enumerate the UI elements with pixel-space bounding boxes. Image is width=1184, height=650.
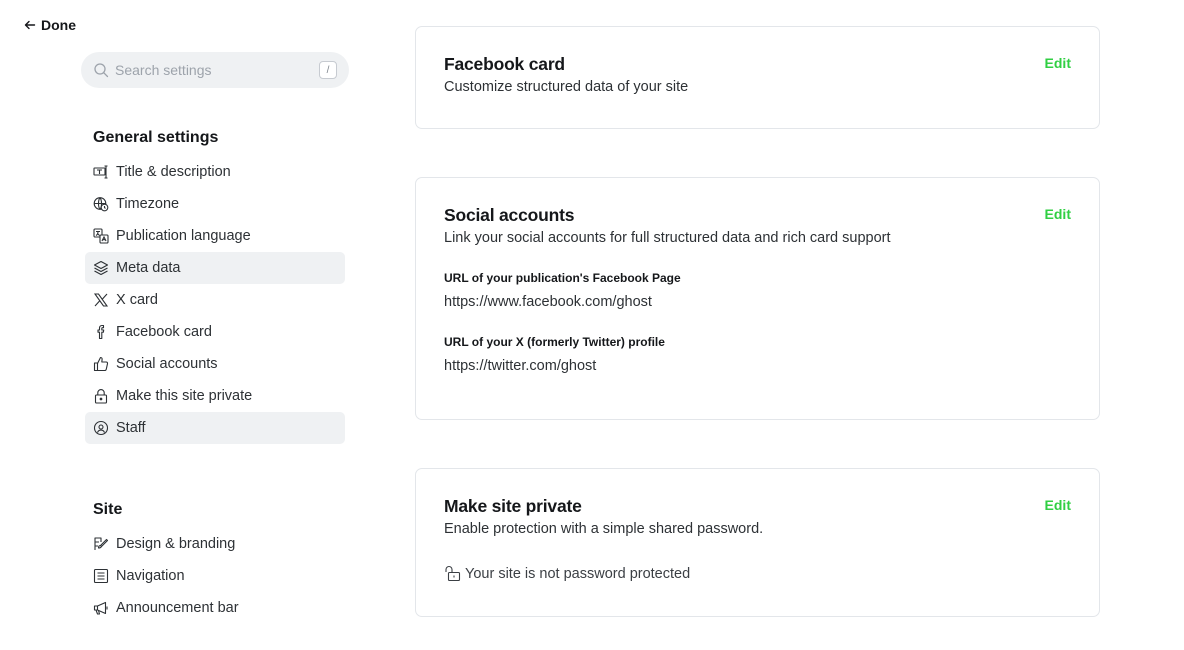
social-accounts-section: Social accounts Link your social account… bbox=[415, 177, 1100, 420]
sidebar-item-make-site-private[interactable]: Make this site private bbox=[85, 380, 345, 412]
sidebar-item-social-accounts[interactable]: Social accounts bbox=[85, 348, 345, 380]
section-description: Customize structured data of your site bbox=[444, 79, 689, 95]
sidebar-item-label: Announcement bar bbox=[116, 600, 239, 616]
sidebar-item-label: Meta data bbox=[116, 260, 181, 276]
site-nav: Design & branding Navigation Announcemen… bbox=[85, 528, 345, 624]
general-settings-nav: Title & description Timezone Publication… bbox=[85, 156, 345, 444]
staff-icon bbox=[93, 420, 109, 436]
sidebar-item-label: Staff bbox=[116, 420, 146, 436]
megaphone-icon bbox=[93, 600, 109, 616]
make-site-private-edit-button[interactable]: Edit bbox=[1045, 497, 1071, 513]
title-icon bbox=[93, 164, 109, 180]
brush-icon bbox=[93, 536, 109, 552]
sidebar-item-label: Make this site private bbox=[116, 388, 253, 404]
x-logo-icon bbox=[93, 292, 109, 308]
password-status-text: Your site is not password protected bbox=[465, 565, 691, 582]
sidebar-item-label: Navigation bbox=[116, 568, 185, 584]
sidebar-item-label: Design & branding bbox=[116, 536, 236, 552]
search-icon bbox=[94, 63, 109, 78]
sidebar-item-label: Social accounts bbox=[116, 356, 218, 372]
sidebar-item-label: Facebook card bbox=[116, 324, 212, 340]
section-description: Enable protection with a simple shared p… bbox=[444, 521, 764, 537]
twitter-url-label: URL of your X (formerly Twitter) profile bbox=[444, 335, 665, 349]
sidebar-item-design-branding[interactable]: Design & branding bbox=[85, 528, 345, 560]
translate-icon bbox=[93, 228, 109, 244]
sidebar-item-meta-data[interactable]: Meta data bbox=[85, 252, 345, 284]
done-label: Done bbox=[41, 17, 76, 33]
unlock-icon bbox=[445, 566, 461, 582]
arrow-left-icon bbox=[24, 20, 36, 30]
layers-icon bbox=[93, 260, 109, 276]
facebook-icon bbox=[93, 324, 109, 340]
general-settings-heading: General settings bbox=[93, 129, 219, 146]
globe-clock-icon bbox=[93, 196, 109, 212]
sidebar-item-label: X card bbox=[116, 292, 158, 308]
sidebar-item-x-card[interactable]: X card bbox=[85, 284, 345, 316]
search-shortcut-key: / bbox=[319, 61, 337, 79]
section-description: Link your social accounts for full struc… bbox=[444, 230, 891, 246]
section-title: Make site private bbox=[444, 496, 582, 516]
sidebar-item-announcement-bar[interactable]: Announcement bar bbox=[85, 592, 345, 624]
done-button[interactable]: Done bbox=[24, 17, 76, 33]
sidebar-item-label: Timezone bbox=[116, 196, 180, 212]
social-accounts-edit-button[interactable]: Edit bbox=[1045, 206, 1071, 222]
sidebar-item-label: Title & description bbox=[116, 164, 231, 180]
make-site-private-section: Make site private Enable protection with… bbox=[415, 468, 1100, 617]
site-heading: Site bbox=[93, 501, 123, 518]
lock-icon bbox=[93, 388, 109, 404]
sidebar-item-facebook-card[interactable]: Facebook card bbox=[85, 316, 345, 348]
search-input[interactable] bbox=[115, 62, 319, 78]
search-bar[interactable]: / bbox=[81, 52, 349, 88]
facebook-url-label: URL of your publication's Facebook Page bbox=[444, 271, 681, 285]
facebook-url-value: https://www.facebook.com/ghost bbox=[444, 294, 652, 310]
list-icon bbox=[93, 568, 109, 584]
sidebar-item-timezone[interactable]: Timezone bbox=[85, 188, 345, 220]
sidebar-item-navigation[interactable]: Navigation bbox=[85, 560, 345, 592]
password-status: Your site is not password protected bbox=[444, 565, 1071, 582]
facebook-card-section: Facebook card Customize structured data … bbox=[415, 26, 1100, 129]
sidebar-item-staff[interactable]: Staff bbox=[85, 412, 345, 444]
section-title: Facebook card bbox=[444, 54, 565, 74]
twitter-url-value: https://twitter.com/ghost bbox=[444, 358, 597, 374]
facebook-card-edit-button[interactable]: Edit bbox=[1045, 55, 1071, 71]
sidebar-item-label: Publication language bbox=[116, 228, 251, 244]
sidebar-item-publication-language[interactable]: Publication language bbox=[85, 220, 345, 252]
section-title: Social accounts bbox=[444, 205, 575, 225]
sidebar-item-title-description[interactable]: Title & description bbox=[85, 156, 345, 188]
thumbs-up-icon bbox=[93, 356, 109, 372]
